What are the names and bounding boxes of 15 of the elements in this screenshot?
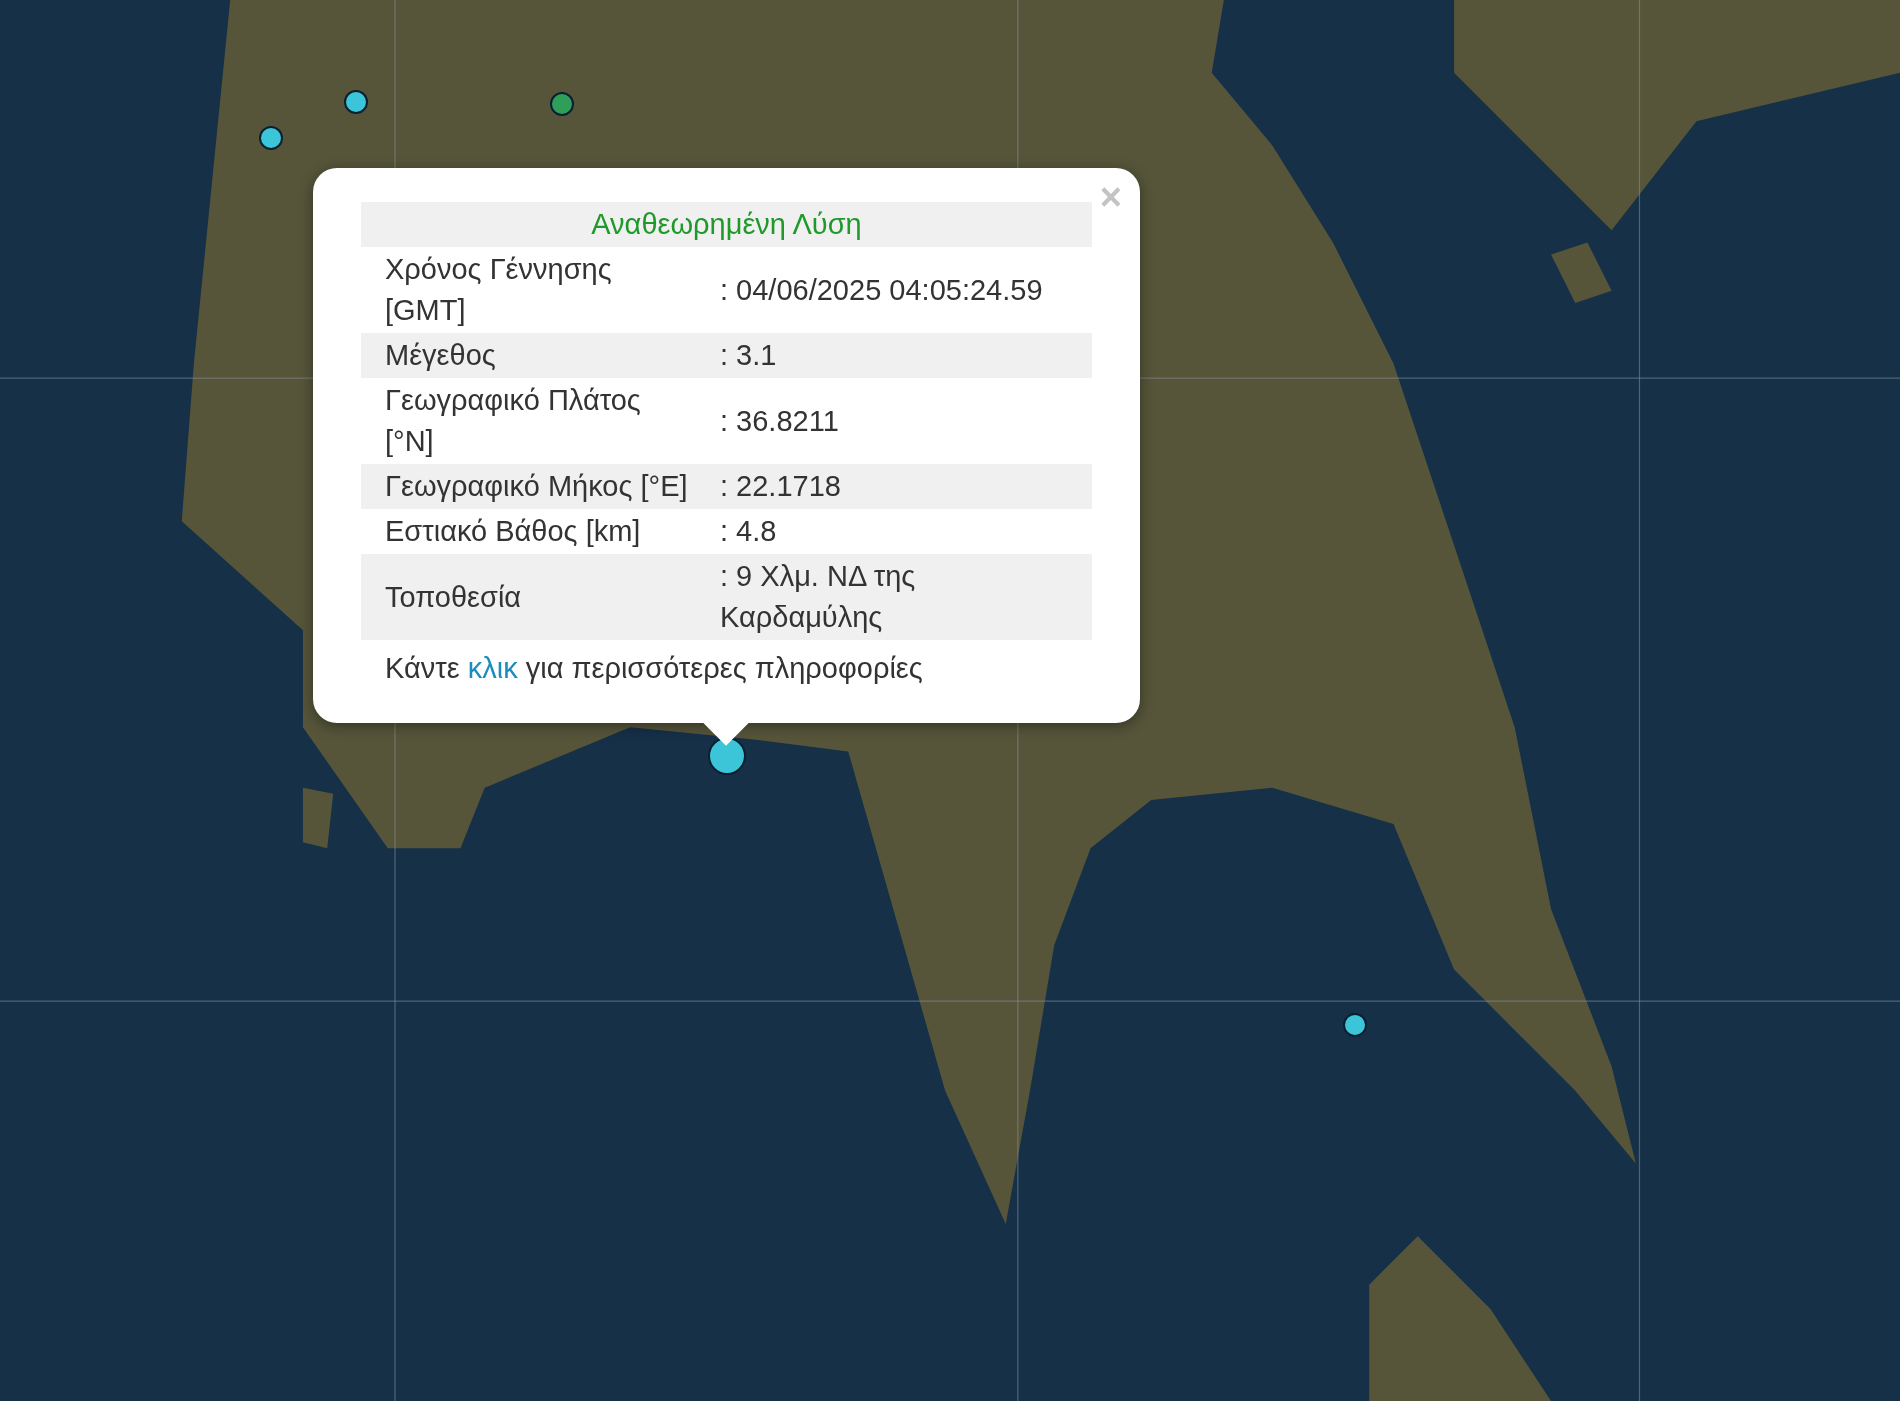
more-info-text: Κάντε κλικ για περισσότερες πληροφορίες (384, 651, 924, 686)
field-label: Γεωγραφικό Μήκος [°E] (361, 464, 720, 509)
popup-title: Αναθεωρημένη Λύση (361, 202, 1092, 247)
field-label: Εστιακό Βάθος [km] (361, 509, 720, 554)
field-value: : 04/06/2025 04:05:24.59 (720, 247, 1092, 333)
field-label: Μέγεθος (361, 333, 720, 378)
field-value: : 9 Χλμ. ΝΔ της Καρδαμύλης (720, 554, 1092, 640)
field-label: Γεωγραφικό Πλάτος [°N] (361, 378, 720, 464)
field-label: Χρόνος Γέννησης [GMT] (361, 247, 720, 333)
field-value: : 36.8211 (720, 378, 1092, 464)
field-value: : 4.8 (720, 509, 1092, 554)
field-value: : 22.1718 (720, 464, 1092, 509)
field-label: Τοποθεσία (361, 554, 720, 640)
more-info-link[interactable]: κλικ (467, 652, 518, 684)
field-value: : 3.1 (720, 333, 1092, 378)
